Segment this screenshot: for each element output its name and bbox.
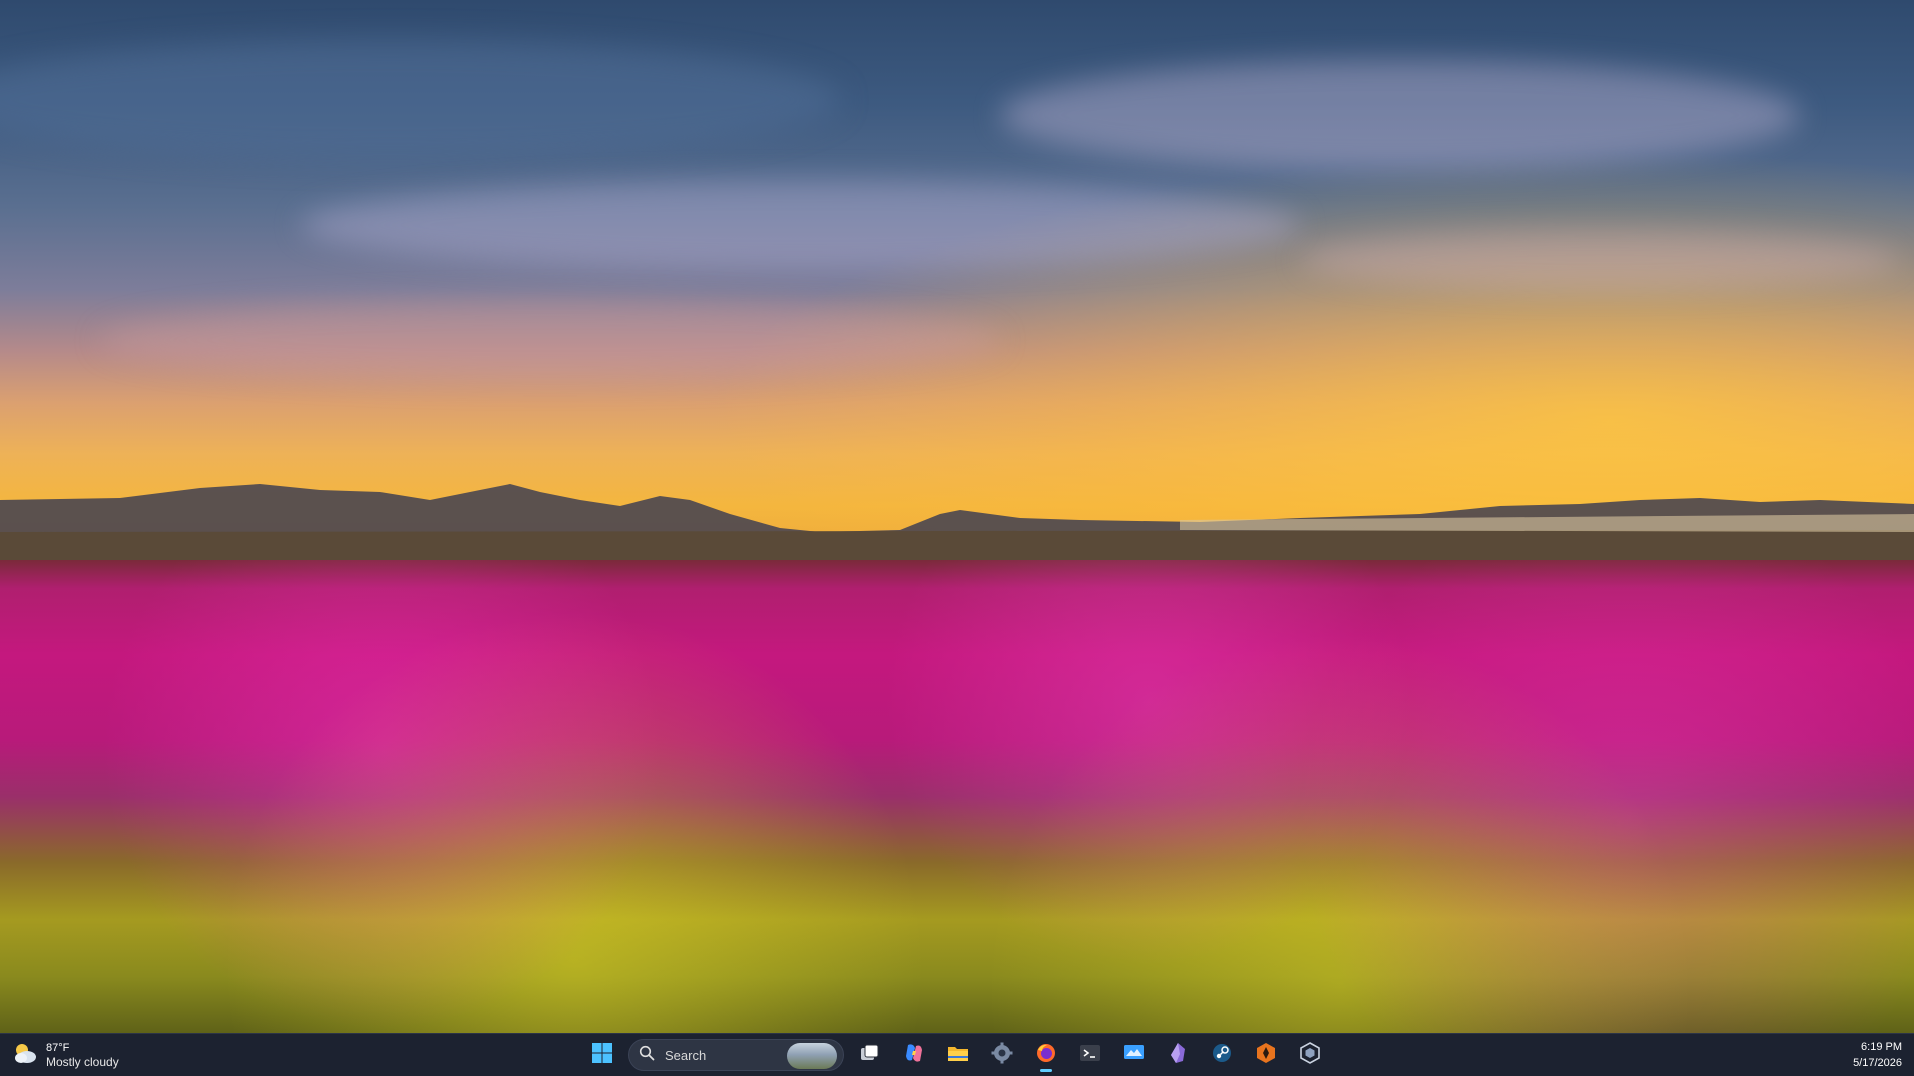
windows-start-icon bbox=[591, 1042, 613, 1069]
terminal-icon bbox=[1079, 1043, 1101, 1068]
firefox-button[interactable] bbox=[1028, 1038, 1064, 1072]
steam-button[interactable] bbox=[1204, 1038, 1240, 1072]
orange-app-button[interactable] bbox=[1248, 1038, 1284, 1072]
weather-widget[interactable]: 87°F Mostly cloudy bbox=[12, 1038, 119, 1072]
settings-button[interactable] bbox=[984, 1038, 1020, 1072]
file-explorer-button[interactable] bbox=[940, 1038, 976, 1072]
clock-time: 6:19 PM bbox=[1861, 1041, 1902, 1053]
remote-desktop-button[interactable] bbox=[1116, 1038, 1152, 1072]
cloud-streak bbox=[300, 180, 1300, 270]
weather-condition: Mostly cloudy bbox=[46, 1055, 119, 1069]
partly-cloudy-icon bbox=[12, 1042, 38, 1069]
start-button[interactable] bbox=[584, 1038, 620, 1072]
task-view-icon bbox=[859, 1043, 881, 1068]
system-clock[interactable]: 6:19 PM 5/17/2026 bbox=[1853, 1038, 1902, 1072]
taskbar: 87°F Mostly cloudy Search 6:19 PM 5/17/2… bbox=[0, 1033, 1914, 1076]
search-placeholder: Search bbox=[665, 1047, 707, 1063]
search-icon bbox=[639, 1045, 655, 1066]
hexagon-icon bbox=[1299, 1041, 1321, 1069]
search-highlight-image bbox=[787, 1043, 837, 1069]
obsidian-icon bbox=[1168, 1042, 1188, 1069]
obsidian-button[interactable] bbox=[1160, 1038, 1196, 1072]
monitor-icon bbox=[1123, 1043, 1145, 1068]
copilot-icon bbox=[903, 1042, 925, 1069]
orange-app-icon bbox=[1255, 1042, 1277, 1069]
cloud-streak bbox=[1000, 60, 1800, 170]
mountain-range bbox=[0, 484, 1914, 570]
cloud-streak bbox=[100, 300, 1000, 380]
cloud-streak bbox=[1300, 230, 1900, 290]
flower-texture bbox=[0, 560, 1914, 1033]
firefox-icon bbox=[1035, 1042, 1057, 1069]
steam-icon bbox=[1211, 1042, 1233, 1069]
copilot-button[interactable] bbox=[896, 1038, 932, 1072]
taskbar-center: Search bbox=[584, 1038, 1328, 1072]
hexagon-app-button[interactable] bbox=[1292, 1038, 1328, 1072]
terminal-button[interactable] bbox=[1072, 1038, 1108, 1072]
clock-date: 5/17/2026 bbox=[1853, 1057, 1902, 1069]
gear-icon bbox=[991, 1042, 1013, 1069]
desktop-wallpaper bbox=[0, 0, 1914, 1033]
weather-temperature: 87°F bbox=[46, 1042, 70, 1054]
folder-icon bbox=[947, 1043, 969, 1068]
task-view-button[interactable] bbox=[852, 1038, 888, 1072]
cloud-streak bbox=[0, 40, 840, 160]
search-box[interactable]: Search bbox=[628, 1039, 844, 1071]
